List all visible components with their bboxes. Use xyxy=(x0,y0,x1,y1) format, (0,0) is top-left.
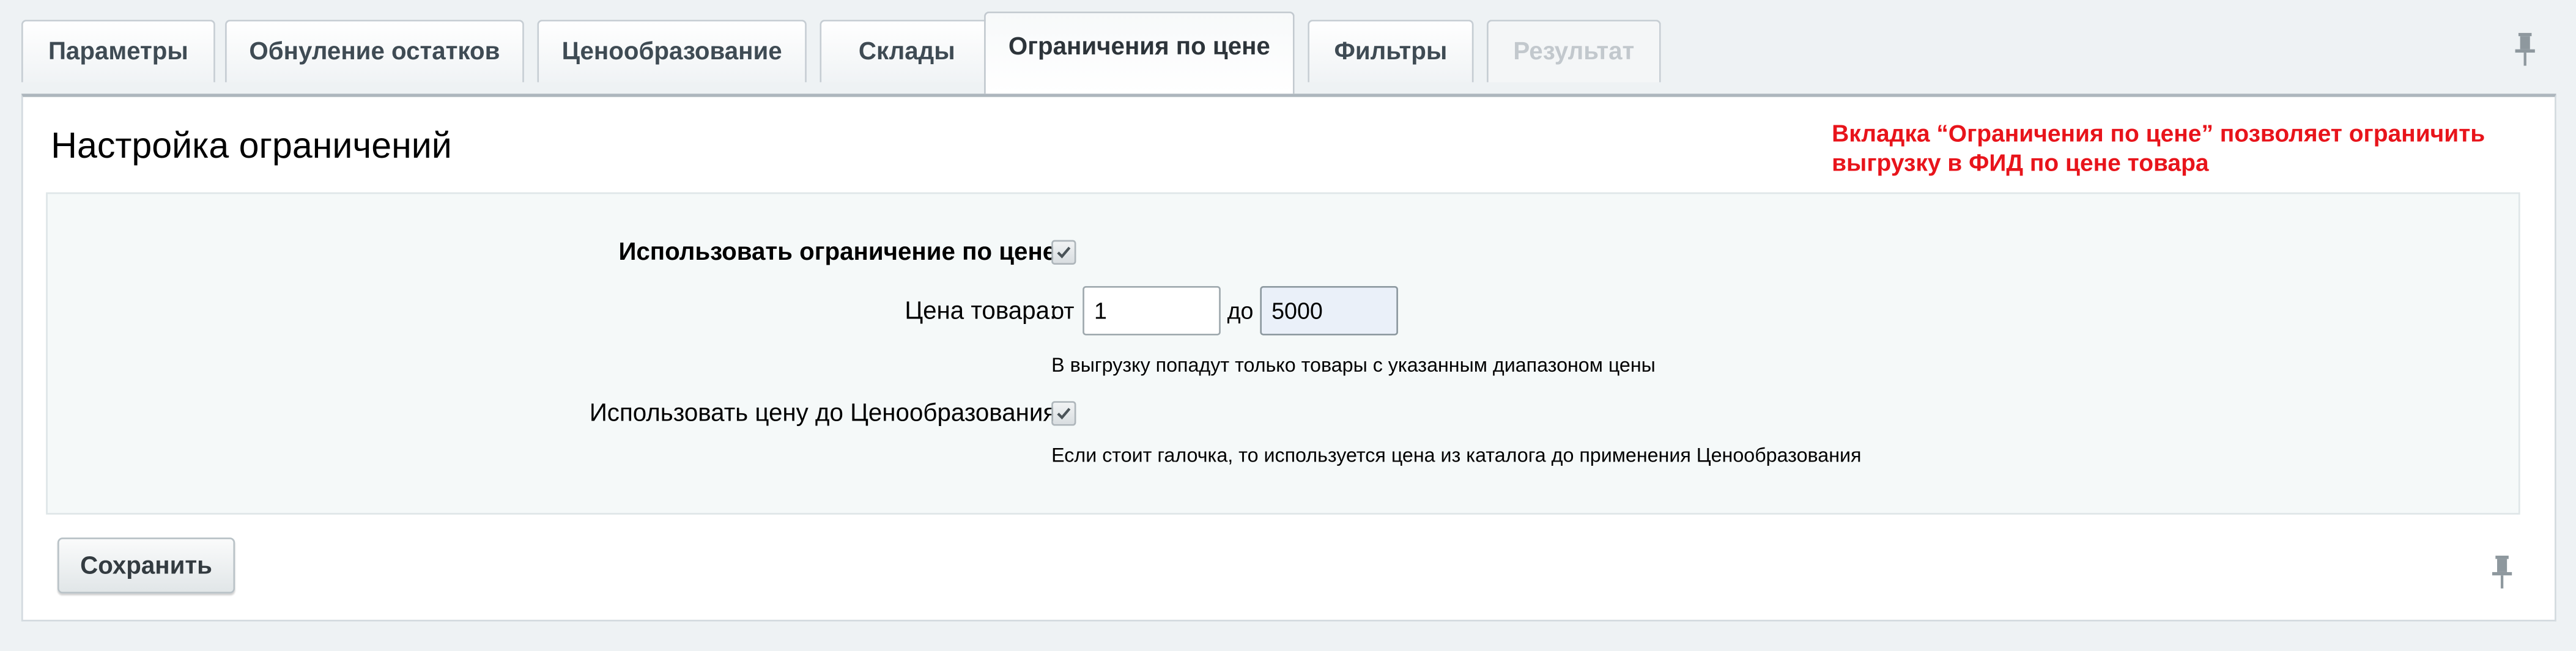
tab-label: Результат xyxy=(1513,37,1635,66)
pin-icon[interactable] xyxy=(2490,556,2514,589)
tab-label: Параметры xyxy=(48,37,188,66)
tab-label: Ценообразование xyxy=(561,37,782,66)
use-price-limit-checkbox[interactable] xyxy=(1051,240,1076,265)
app-window: Параметры Обнуление остатков Ценообразов… xyxy=(0,0,2576,651)
tab-filters[interactable]: Фильтры xyxy=(1308,20,1474,83)
tab-label: Склады xyxy=(858,37,955,66)
use-pre-pricing-label: Использовать цену до Ценообразования xyxy=(589,399,1057,428)
settings-panel: Настройка ограничений Вкладка “Ограничен… xyxy=(21,94,2556,622)
tab-price-limits[interactable]: Ограничения по цене xyxy=(984,11,1295,94)
tab-warehouses[interactable]: Склады xyxy=(820,20,994,83)
price-hint: В выгрузку попадут только товары с указа… xyxy=(1051,353,1656,377)
check-icon xyxy=(1057,246,1071,259)
tab-parameters[interactable]: Параметры xyxy=(21,20,215,83)
tab-reset-stock[interactable]: Обнуление остатков xyxy=(225,20,524,83)
save-button[interactable]: Сохранить xyxy=(57,537,235,594)
price-label: Цена товара: xyxy=(905,297,1057,326)
tab-bar: Параметры Обнуление остатков Ценообразов… xyxy=(21,11,2556,94)
check-icon xyxy=(1057,408,1071,420)
annotation-note: Вкладка “Ограничения по цене” позволяет … xyxy=(1832,122,2485,178)
tab-label: Ограничения по цене xyxy=(1008,32,1270,61)
pin-icon[interactable] xyxy=(2514,32,2537,66)
pre-pricing-hint: Если стоит галочка, то используется цена… xyxy=(1051,444,1862,467)
settings-area: Использовать ограничение по цене Цена то… xyxy=(46,192,2520,515)
price-to-label: до xyxy=(1227,297,1254,324)
price-from-input[interactable] xyxy=(1083,285,1221,336)
price-from-label: от xyxy=(1051,297,1075,324)
tab-label: Фильтры xyxy=(1334,37,1448,66)
use-price-limit-label: Использовать ограничение по цене xyxy=(618,238,1057,267)
use-pre-pricing-checkbox[interactable] xyxy=(1051,401,1076,426)
price-to-input[interactable] xyxy=(1260,285,1398,336)
tab-pricing[interactable]: Ценообразование xyxy=(537,20,807,83)
tab-label: Обнуление остатков xyxy=(249,37,500,66)
tab-result: Результат xyxy=(1487,20,1661,83)
section-title: Настройка ограничений xyxy=(51,125,452,166)
